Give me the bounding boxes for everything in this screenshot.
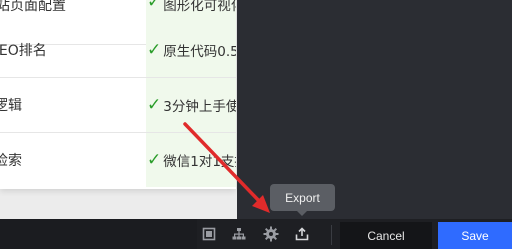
row-value-cell: ✓ 原生代码0.5秒 [146,23,236,77]
row-label-cell: 逻辑 [0,78,146,132]
row-value: 原生代码0.5秒 [163,44,236,60]
gear-icon[interactable] [262,225,280,243]
row-value-cell: ✓ 微信1对1支持 [146,133,236,187]
bottom-toolbar-left [0,219,197,249]
row-label-cell: SEO排名 [0,23,146,77]
sitemap-icon[interactable] [230,225,248,243]
row-label: 逻辑 [0,98,22,114]
check-icon: ✓ [147,149,162,170]
row-label: SEO排名 [0,43,47,59]
page-preview: 网站页面配置 ✓ 图形化可视化配置 SEO排名 ✓ 原生代码0.5秒 逻辑 ✓ … [0,0,237,219]
row-label: 检索 [0,153,22,169]
table-row: 逻辑 ✓ 3分钟上手使用 [0,78,236,133]
row-label: 网站页面配置 [0,0,66,14]
layers-icon[interactable] [200,225,218,243]
export-icon[interactable] [293,225,311,243]
row-value: 图形化可视化配置 [163,0,236,14]
check-icon: ✓ [147,0,162,12]
row-value: 3分钟上手使用 [163,99,236,115]
row-label-cell: 检索 [0,133,146,187]
check-icon: ✓ [147,39,162,60]
toolbar-divider [331,225,332,245]
row-value: 微信1对1支持 [163,154,236,170]
check-icon: ✓ [147,94,162,115]
table-row: 检索 ✓ 微信1对1支持 [0,133,236,187]
export-tooltip: Export [270,184,335,216]
cancel-button[interactable]: Cancel [340,222,432,249]
comparison-table: 网站页面配置 ✓ 图形化可视化配置 SEO排名 ✓ 原生代码0.5秒 逻辑 ✓ … [0,0,236,189]
table-row: SEO排名 ✓ 原生代码0.5秒 [0,23,236,78]
save-button[interactable]: Save [438,222,512,249]
row-value-cell: ✓ 3分钟上手使用 [146,78,236,132]
